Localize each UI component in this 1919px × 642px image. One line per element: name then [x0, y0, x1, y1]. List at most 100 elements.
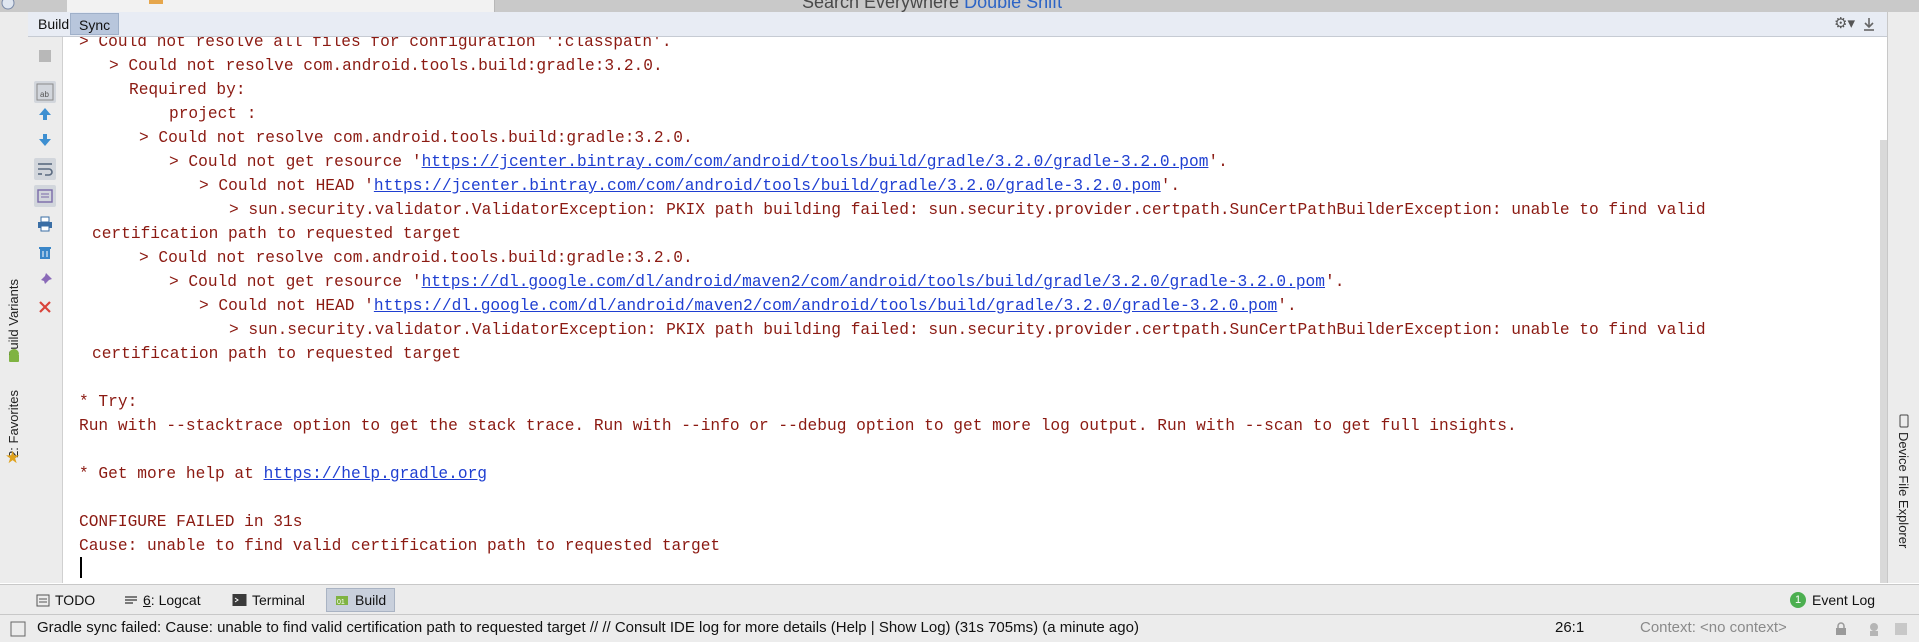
arrow-down-icon	[39, 134, 51, 146]
pin-tab-button[interactable]	[34, 269, 56, 291]
console-text: > Could not HEAD '	[199, 177, 374, 195]
text-caret	[80, 557, 82, 578]
soft-wrap-icon	[38, 163, 53, 176]
build-icon: 01	[336, 596, 348, 606]
search-everywhere-hint: Search Everywhere Double Shift	[802, 0, 1062, 12]
lock-icon[interactable]	[1834, 622, 1848, 636]
tab-todo[interactable]: TODO	[36, 588, 95, 612]
console-line: > Could not HEAD 'https://dl.google.com/…	[199, 296, 1297, 316]
console-line: > sun.security.validator.ValidatorExcept…	[229, 201, 1706, 219]
trash-icon	[39, 247, 51, 259]
editor-tab[interactable]	[67, 0, 495, 12]
console-text: '.	[1277, 297, 1297, 315]
event-log-tab[interactable]: 1 Event Log	[1790, 588, 1875, 612]
close-button[interactable]	[34, 296, 56, 318]
next-occurrence-button[interactable]	[34, 129, 56, 151]
console-line: certification path to requested target	[92, 345, 462, 363]
console-link[interactable]: https://jcenter.bintray.com/com/android/…	[422, 153, 1209, 171]
tab-todo-label: TODO	[55, 592, 96, 608]
console-text: * Get more help at	[79, 465, 264, 483]
console-line: > Could not get resource 'https://jcente…	[169, 152, 1228, 172]
build-variants-label: Build Variants	[6, 279, 21, 359]
console-text: '.	[1208, 153, 1228, 171]
tab-sync[interactable]: Sync	[70, 13, 120, 35]
console-line: > Could not resolve com.android.tools.bu…	[139, 129, 693, 147]
toggle-tool-windows-icon[interactable]	[10, 621, 26, 637]
stop-icon	[39, 50, 51, 62]
console-line: > Could not get resource 'https://dl.goo…	[169, 272, 1344, 292]
console-text: '.	[1325, 273, 1345, 291]
tab-logcat-label: : Logcat	[150, 592, 201, 608]
arrow-up-icon	[39, 108, 51, 120]
console-link[interactable]: https://dl.google.com/dl/android/maven2/…	[374, 297, 1277, 315]
previous-occurrence-button[interactable]	[34, 103, 56, 125]
tab-build-bottom[interactable]: 01 Build	[326, 588, 396, 612]
console-line: * Get more help at https://help.gradle.o…	[79, 464, 487, 484]
event-log-count-badge: 1	[1790, 592, 1806, 608]
hide-panel-icon[interactable]	[1862, 16, 1876, 32]
console-line: > Could not resolve com.android.tools.bu…	[109, 57, 663, 75]
android-icon	[9, 349, 19, 362]
memory-indicator-icon[interactable]	[1893, 621, 1909, 637]
device-file-explorer-tab[interactable]: Device File Explorer	[1896, 432, 1911, 548]
caret-position[interactable]: 26:1	[1555, 619, 1584, 636]
left-tool-stripe: Build Variants 2: Favorites ★	[0, 12, 29, 583]
console-line: project :	[169, 105, 257, 123]
print-button[interactable]	[34, 213, 56, 235]
tab-terminal[interactable]: Terminal	[232, 588, 305, 612]
search-everywhere-label: Search Everywhere	[802, 0, 960, 12]
build-variants-tab[interactable]: Build Variants	[6, 279, 21, 358]
console-text: > Could not get resource '	[169, 153, 422, 171]
todo-icon	[36, 594, 50, 607]
status-bar: Gradle sync failed: Cause: unable to fin…	[0, 614, 1919, 642]
tab-build-bottom-label: Build	[355, 592, 387, 608]
console-line: Required by:	[129, 81, 246, 99]
event-log-label: Event Log	[1812, 592, 1876, 608]
hector-inspection-icon[interactable]	[1866, 621, 1882, 637]
close-icon	[39, 301, 51, 313]
tab-logcat[interactable]: 6: Logcat	[124, 588, 201, 612]
tab-logcat-mnemonic: 6	[143, 592, 151, 608]
editor-tab-strip: Search Everywhere Double Shift	[0, 0, 1919, 12]
console-line: > Could not resolve all files for config…	[79, 37, 672, 51]
terminal-icon	[232, 594, 247, 606]
device-icon	[1899, 414, 1909, 428]
console-link[interactable]: https://jcenter.bintray.com/com/android/…	[374, 177, 1161, 195]
build-console-output[interactable]: > Could not resolve all files for config…	[63, 37, 1880, 583]
tab-sync-label: Sync	[79, 17, 111, 33]
right-tool-stripe: Device File Explorer	[1887, 12, 1919, 583]
clear-all-button[interactable]	[34, 241, 56, 263]
print-icon	[38, 216, 52, 232]
console-line: certification path to requested target	[92, 225, 462, 243]
device-file-explorer-label: Device File Explorer	[1896, 432, 1911, 549]
svg-text:ab: ab	[40, 90, 49, 99]
bottom-tool-tabs: TODO 6: Logcat Terminal 01 Build 1 Event…	[0, 584, 1919, 615]
scroll-to-end-icon	[37, 189, 53, 203]
console-scrollbar[interactable]	[1880, 140, 1887, 583]
text-view-icon: ab	[36, 83, 54, 101]
star-icon: ★	[5, 448, 21, 467]
file-icon	[149, 0, 163, 4]
console-link[interactable]: https://help.gradle.org	[264, 465, 487, 483]
console-line: Cause: unable to find valid certificatio…	[79, 537, 721, 555]
pin-icon	[39, 273, 52, 286]
tab-terminal-label: Terminal	[252, 592, 305, 608]
console-line: > sun.security.validator.ValidatorExcept…	[229, 321, 1706, 339]
console-text: > Could not get resource '	[169, 273, 422, 291]
console-line: Run with --stacktrace option to get the …	[79, 417, 1517, 435]
soft-wrap-button[interactable]	[34, 158, 56, 180]
console-link[interactable]: https://dl.google.com/dl/android/maven2/…	[422, 273, 1325, 291]
context-indicator[interactable]: Context: <no context>	[1640, 619, 1787, 636]
build-toolbar: ab	[28, 37, 63, 583]
console-line: * Try:	[79, 393, 138, 411]
status-message[interactable]: Gradle sync failed: Cause: unable to fin…	[37, 619, 1139, 636]
toggle-view-button[interactable]: ab	[34, 81, 56, 103]
scroll-to-end-button[interactable]	[34, 185, 56, 207]
console-line: > Could not resolve com.android.tools.bu…	[139, 249, 693, 267]
svg-text:01: 01	[337, 599, 345, 606]
console-text: '.	[1160, 177, 1181, 195]
stop-button[interactable]	[34, 45, 56, 67]
logcat-icon	[125, 596, 137, 604]
console-line: > Could not HEAD 'https://jcenter.bintra…	[199, 176, 1180, 196]
gear-icon[interactable]: ⚙▾	[1834, 14, 1855, 32]
